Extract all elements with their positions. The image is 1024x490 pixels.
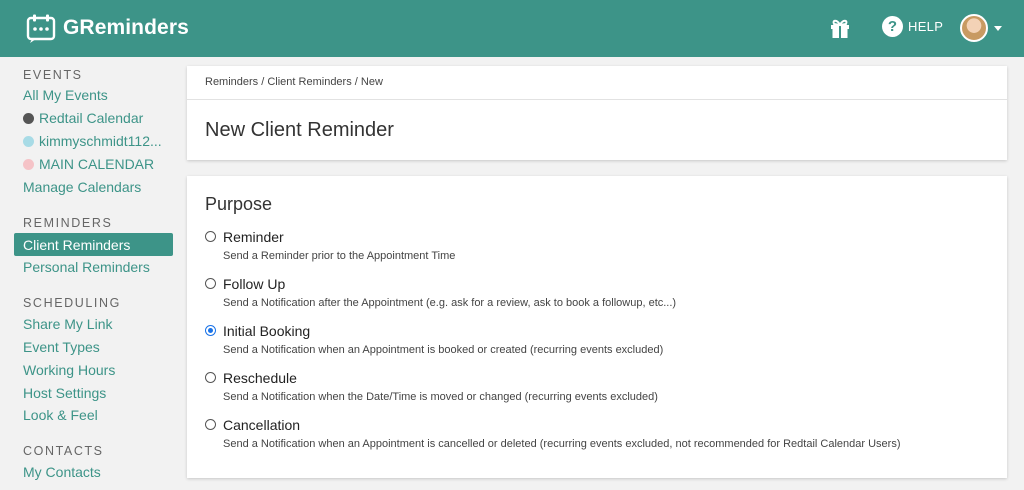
page-title: New Client Reminder	[205, 119, 394, 141]
option-description: Send a Reminder prior to the Appointment…	[223, 250, 456, 262]
help-button[interactable]: ? HELP	[882, 16, 943, 37]
brand-name: GReminders	[63, 16, 189, 39]
radio-reminder[interactable]	[205, 231, 216, 242]
section-title-scheduling: SCHEDULING	[23, 296, 121, 310]
calendar-color-dot	[23, 112, 34, 124]
avatar	[960, 14, 988, 42]
radio-follow-up[interactable]	[205, 278, 216, 289]
sidebar-item-label: kimmyschmidt112...	[39, 133, 162, 149]
purpose-heading: Purpose	[205, 194, 273, 214]
sidebar-item-share-my-link[interactable]: Share My Link	[23, 316, 112, 332]
user-menu[interactable]	[960, 14, 1002, 42]
help-label: HELP	[908, 19, 944, 34]
radio-cancellation[interactable]	[205, 419, 216, 430]
sidebar: EVENTS All My Events Redtail Calendar ki…	[0, 57, 180, 490]
sidebar-item-label: MAIN CALENDAR	[39, 156, 155, 172]
option-label[interactable]: Initial Booking	[223, 323, 310, 339]
radio-reschedule[interactable]	[205, 372, 216, 383]
sidebar-item-my-contacts[interactable]: My Contacts	[23, 464, 101, 480]
sidebar-item-label: All My Events	[23, 87, 108, 103]
sidebar-item-label: Manage Calendars	[23, 179, 142, 195]
option-label[interactable]: Reschedule	[223, 370, 297, 386]
gift-icon[interactable]	[828, 16, 852, 40]
sidebar-item-manage-calendars[interactable]: Manage Calendars	[23, 179, 141, 195]
option-label[interactable]: Follow Up	[223, 276, 285, 292]
option-description: Send a Notification when an Appointment …	[223, 344, 664, 356]
sidebar-item-look-and-feel[interactable]: Look & Feel	[23, 407, 98, 423]
sidebar-item-label: My Contacts	[23, 464, 101, 480]
sidebar-item-redtail-calendar[interactable]: Redtail Calendar	[23, 110, 143, 126]
section-title-contacts: CONTACTS	[23, 444, 104, 458]
sidebar-item-label: Host Settings	[23, 385, 107, 401]
sidebar-item-label: Event Types	[23, 339, 100, 355]
sidebar-item-label: Personal Reminders	[23, 259, 150, 275]
section-title-reminders: REMINDERS	[23, 216, 113, 230]
sidebar-item-label: Look & Feel	[23, 407, 98, 423]
sidebar-item-label: Working Hours	[23, 362, 116, 378]
radio-initial-booking[interactable]	[205, 325, 216, 336]
purpose-card: Purpose Reminder Send a Reminder prior t…	[187, 176, 1007, 478]
calendar-color-dot	[23, 158, 34, 170]
top-bar: GReminders ? HELP	[0, 0, 1024, 57]
option-description: Send a Notification when an Appointment …	[223, 438, 901, 450]
brand-logo[interactable]: GReminders	[26, 13, 189, 43]
chevron-down-icon	[994, 25, 1002, 31]
sidebar-item-label: Redtail Calendar	[39, 110, 144, 126]
sidebar-item-kimmyschmidt-calendar[interactable]: kimmyschmidt112...	[23, 133, 162, 149]
option-label[interactable]: Reminder	[223, 229, 284, 245]
sidebar-item-event-types[interactable]: Event Types	[23, 339, 100, 355]
sidebar-item-working-hours[interactable]: Working Hours	[23, 362, 115, 378]
option-label[interactable]: Cancellation	[223, 417, 300, 433]
sidebar-item-personal-reminders[interactable]: Personal Reminders	[23, 259, 150, 275]
option-description: Send a Notification after the Appointmen…	[223, 297, 677, 309]
sidebar-item-client-reminders[interactable]: Client Reminders	[14, 233, 173, 256]
calendar-color-dot	[23, 135, 34, 147]
help-icon: ?	[882, 16, 903, 37]
sidebar-item-host-settings[interactable]: Host Settings	[23, 385, 106, 401]
sidebar-item-main-calendar[interactable]: MAIN CALENDAR	[23, 156, 154, 172]
section-title-events: EVENTS	[23, 68, 83, 82]
option-description: Send a Notification when the Date/Time i…	[223, 391, 658, 403]
sidebar-item-label: Client Reminders	[23, 236, 131, 253]
divider	[187, 99, 1007, 100]
calendar-icon	[26, 14, 56, 43]
breadcrumb: Reminders / Client Reminders / New	[205, 76, 383, 88]
sidebar-item-all-my-events[interactable]: All My Events	[23, 87, 108, 103]
sidebar-item-label: Share My Link	[23, 316, 113, 332]
page-header-card: Reminders / Client Reminders / New New C…	[187, 66, 1007, 160]
